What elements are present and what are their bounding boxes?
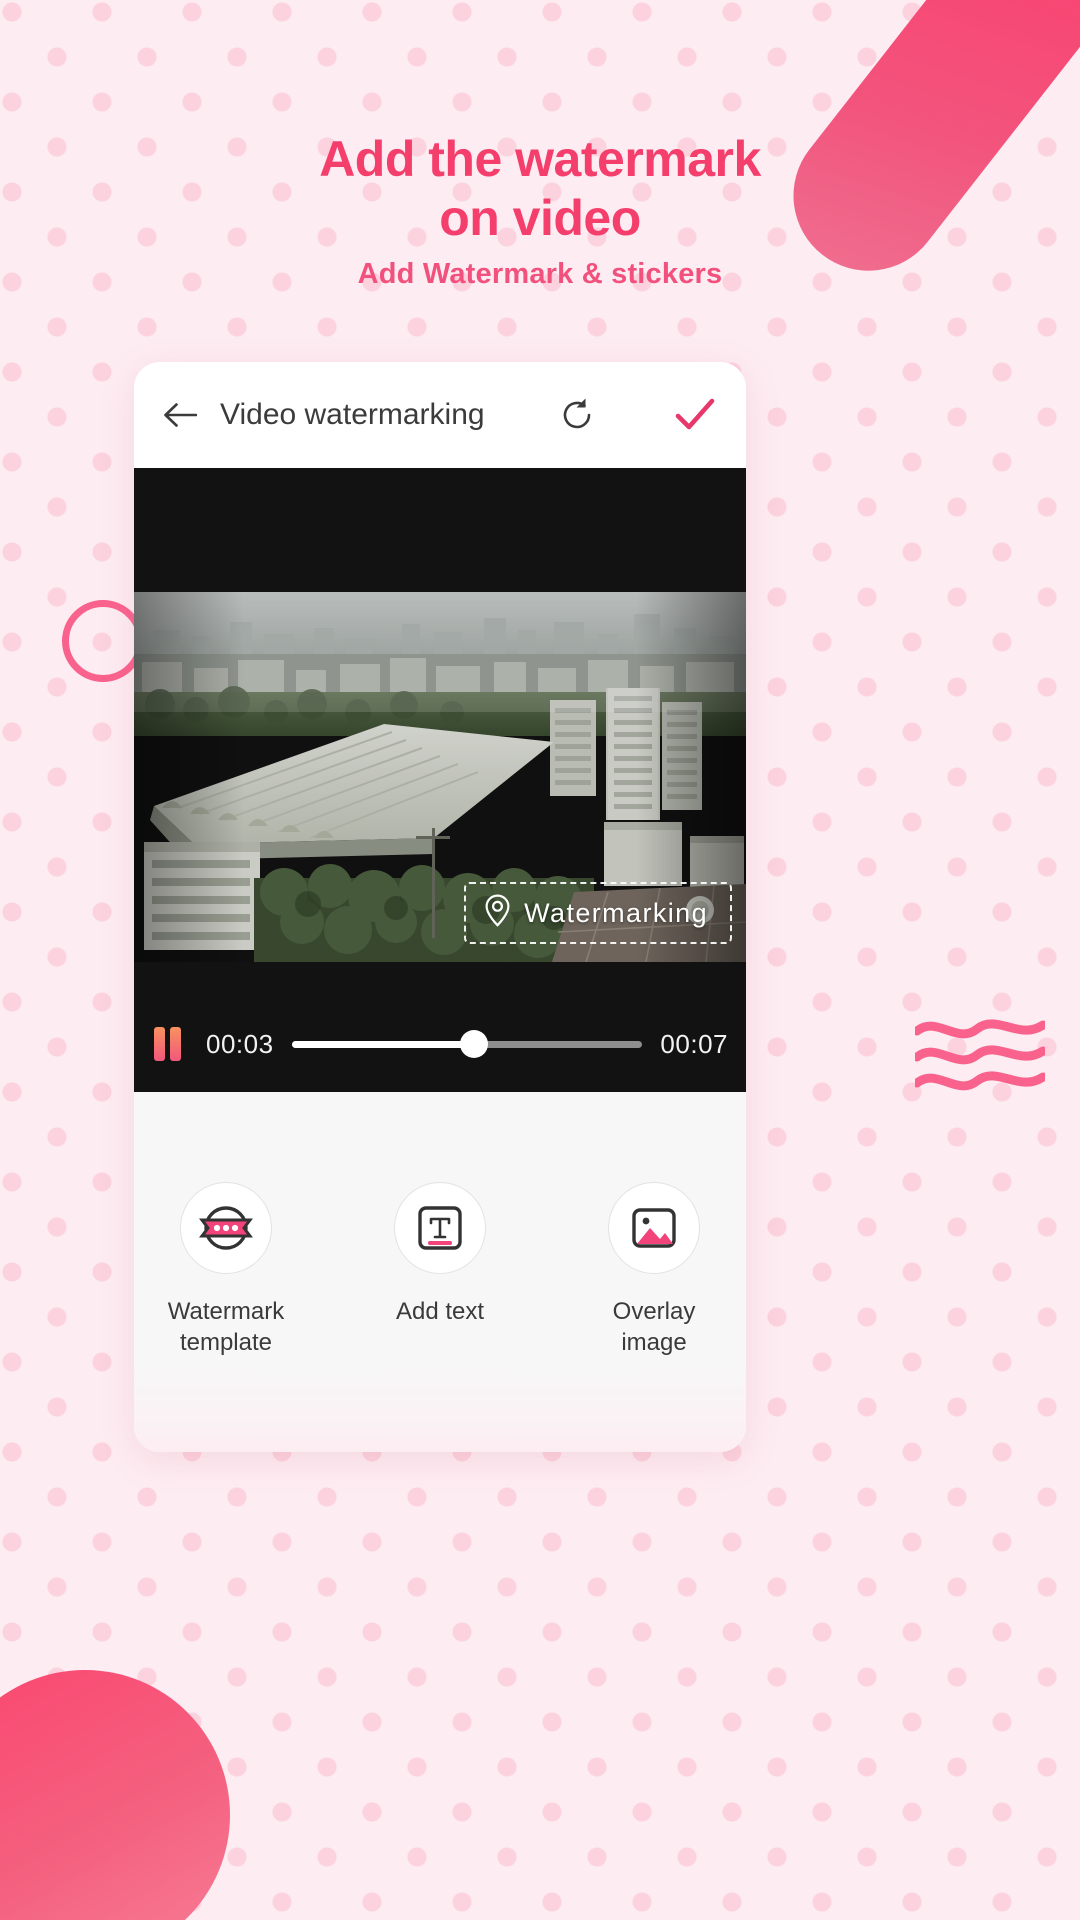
promo-subheading: Add Watermark & stickers (357, 258, 723, 290)
decor-wave-lines (915, 1019, 1045, 1091)
total-time-label: 00:07 (660, 1028, 728, 1059)
app-bar: Video watermarking (134, 362, 746, 468)
refresh-icon[interactable] (554, 392, 600, 438)
phone-screen-card: Video watermarking Watermarking 00:03 00… (134, 362, 746, 1452)
confirm-check-icon[interactable] (672, 392, 718, 438)
seek-thumb[interactable] (460, 1030, 489, 1058)
overlay-image-icon (608, 1182, 700, 1274)
pause-bar-left (154, 1027, 165, 1061)
tool-label-line2: template (179, 1329, 273, 1357)
page-title: Video watermarking (220, 398, 485, 431)
promo-heading-line-1: Add the watermark (319, 131, 761, 187)
location-pin-icon (484, 894, 511, 932)
video-player-controls: 00:03 00:07 (134, 996, 746, 1092)
tool-label-add-text: Add text (395, 1298, 485, 1325)
video-preview-stage[interactable]: Watermarking 00:03 00:07 (134, 468, 746, 1092)
watermark-tool-panel: Watermark template Add text Overlay imag… (134, 1092, 746, 1452)
tool-label-overlay-image: Overlay image (612, 1298, 696, 1357)
current-time-label: 00:03 (206, 1028, 274, 1059)
back-arrow-icon[interactable] (160, 395, 200, 435)
tool-overlay-image[interactable]: Overlay image (580, 1182, 728, 1358)
promo-heading: Add the watermark on video (0, 130, 1080, 248)
watermark-label: Watermarking (524, 897, 708, 928)
seek-fill (291, 1040, 475, 1048)
tool-label-line1: Watermark (167, 1298, 285, 1325)
watermark-overlay[interactable]: Watermarking (464, 882, 732, 944)
tool-add-text[interactable]: Add text (366, 1182, 514, 1327)
tool-watermark-template[interactable]: Watermark template (152, 1182, 300, 1358)
video-frame: Watermarking (134, 592, 746, 962)
promo-heading-line-2: on video (439, 190, 641, 246)
pause-bar-right (170, 1027, 181, 1061)
watermark-template-icon (180, 1182, 272, 1274)
decor-pink-ring (62, 600, 144, 682)
seek-slider[interactable] (291, 1030, 643, 1058)
pause-icon[interactable] (154, 1026, 188, 1062)
tool-label-watermark-template: Watermark template (168, 1296, 284, 1358)
add-text-icon (394, 1182, 486, 1274)
